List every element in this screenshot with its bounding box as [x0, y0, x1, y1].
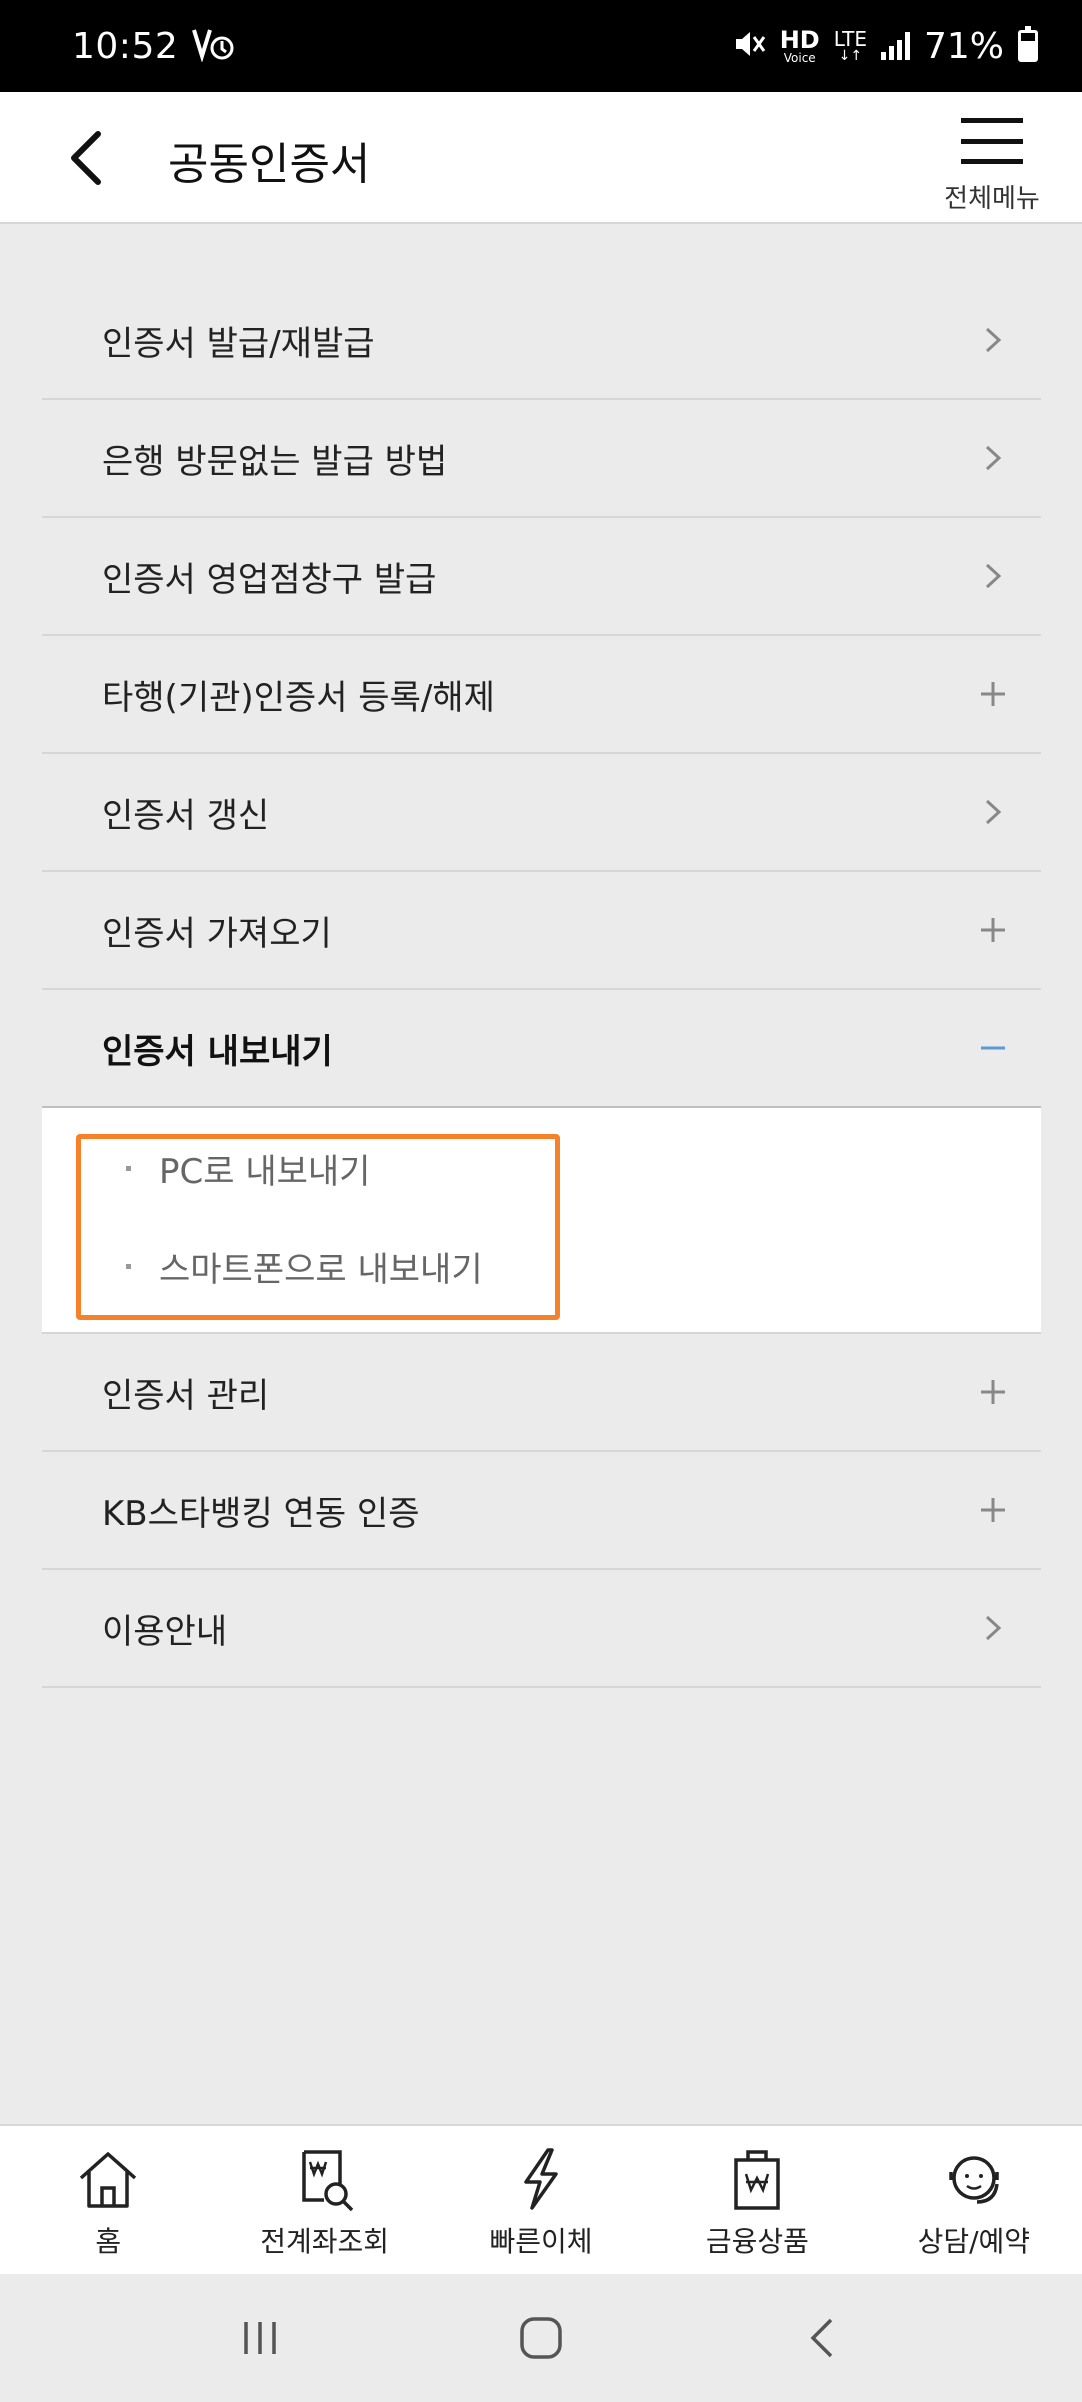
recent-apps-icon — [244, 2322, 277, 2354]
bullet-icon — [126, 1264, 131, 1269]
plus-icon — [975, 676, 1011, 712]
nav-label: 빠른이체 — [489, 2225, 593, 2258]
menu-item-label: 인증서 발급/재발급 — [102, 323, 375, 364]
battery-icon — [1018, 26, 1038, 62]
nav-label: 홈 — [95, 2225, 122, 2258]
submenu-item-label: 스마트폰으로 내보내기 — [159, 1250, 483, 1290]
menu-item-renew[interactable]: 인증서 갱신 — [42, 754, 1041, 872]
minus-icon — [975, 1030, 1011, 1066]
home-icon — [80, 2152, 137, 2208]
menu-item-label: 타행(기관)인증서 등록/해제 — [102, 677, 495, 718]
lightning-icon — [524, 2148, 558, 2210]
menu-item-label: 이용안내 — [102, 1611, 228, 1652]
hamburger-icon — [961, 118, 1023, 164]
plus-icon — [975, 1374, 1011, 1410]
menu-item-kb-starbanking[interactable]: KB스타뱅킹 연동 인증 — [42, 1452, 1041, 1570]
nav-consult-reservation[interactable]: 상담/예약 — [866, 2126, 1082, 2274]
full-menu-button[interactable]: 전체메뉴 — [932, 112, 1052, 216]
bottom-nav: 홈 전계좌조회 빠른이체 금융상품 상담/예약 — [0, 2124, 1082, 2274]
chevron-right-icon — [975, 440, 1011, 476]
nav-label: 금융상품 — [705, 2225, 809, 2258]
home-system-button[interactable] — [511, 2308, 571, 2368]
nav-financial-products[interactable]: 금융상품 — [649, 2126, 865, 2274]
menu-item-label: 인증서 관리 — [102, 1375, 270, 1416]
menu-item-label: 은행 방문없는 발급 방법 — [102, 441, 448, 482]
menu-item-manage[interactable]: 인증서 관리 — [42, 1334, 1041, 1452]
export-submenu: PC로 내보내기 스마트폰으로 내보내기 — [42, 1108, 1041, 1334]
plus-icon — [975, 912, 1011, 948]
mute-icon — [732, 27, 766, 65]
headset-icon — [949, 2156, 999, 2204]
page-title: 공동인증서 — [168, 139, 371, 190]
bullet-icon — [126, 1166, 131, 1171]
menu-item-label: 인증서 가져오기 — [102, 913, 332, 954]
system-nav-bar — [0, 2274, 1082, 2402]
menu-item-label: 인증서 내보내기 — [102, 1031, 333, 1072]
menu-item-label: 인증서 영업점창구 발급 — [102, 559, 437, 600]
submenu-item-export-smartphone[interactable]: 스마트폰으로 내보내기 — [126, 1242, 483, 1291]
chevron-right-icon — [975, 794, 1011, 830]
menu-item-issue[interactable]: 인증서 발급/재발급 — [42, 282, 1041, 400]
hd-voice-indicator: HD Voice — [779, 26, 820, 65]
back-system-button[interactable] — [792, 2308, 852, 2368]
plus-icon — [975, 1492, 1011, 1528]
menu-item-export[interactable]: 인증서 내보내기 — [42, 990, 1041, 1108]
nav-label: 상담/예약 — [917, 2225, 1031, 2258]
volte-icon — [192, 26, 236, 66]
lte-indicator: LTE ↓↑ — [833, 27, 867, 64]
full-menu-label: 전체메뉴 — [944, 184, 1040, 214]
nav-home[interactable]: 홈 — [0, 2126, 216, 2274]
menu-item-label: 인증서 갱신 — [102, 795, 270, 836]
nav-label: 전계좌조회 — [260, 2225, 390, 2258]
certificate-menu-list: 인증서 발급/재발급 은행 방문없는 발급 방법 인증서 영업점창구 발급 타행… — [42, 282, 1041, 1688]
recent-apps-button[interactable] — [230, 2308, 290, 2368]
account-search-icon — [301, 2150, 353, 2212]
home-circle-icon — [520, 2317, 562, 2359]
nav-account-search[interactable]: 전계좌조회 — [216, 2126, 432, 2274]
status-bar: 10:52 HD Voice LTE ↓↑ 71% — [0, 0, 1082, 92]
chevron-right-icon — [975, 1610, 1011, 1646]
nav-quick-transfer[interactable]: 빠른이체 — [433, 2126, 649, 2274]
chevron-left-icon — [71, 131, 101, 185]
menu-item-label: KB스타뱅킹 연동 인증 — [102, 1493, 420, 1534]
chevron-right-icon — [975, 322, 1011, 358]
signal-icon — [880, 32, 910, 60]
back-button[interactable] — [56, 126, 116, 190]
status-time: 10:52 — [72, 25, 179, 67]
back-arrow-icon — [810, 2318, 832, 2358]
menu-item-other-bank-register[interactable]: 타행(기관)인증서 등록/해제 — [42, 636, 1041, 754]
submenu-item-export-pc[interactable]: PC로 내보내기 — [126, 1144, 370, 1193]
battery-percent: 71% — [923, 25, 1004, 67]
chevron-right-icon — [975, 558, 1011, 594]
submenu-item-label: PC로 내보내기 — [159, 1152, 371, 1192]
menu-item-branch-issue[interactable]: 인증서 영업점창구 발급 — [42, 518, 1041, 636]
menu-item-import[interactable]: 인증서 가져오기 — [42, 872, 1041, 990]
header: 공동인증서 전체메뉴 — [0, 92, 1082, 224]
menu-item-no-visit-issue[interactable]: 은행 방문없는 발급 방법 — [42, 400, 1041, 518]
product-bag-icon — [734, 2150, 781, 2210]
menu-item-guide[interactable]: 이용안내 — [42, 1570, 1041, 1688]
